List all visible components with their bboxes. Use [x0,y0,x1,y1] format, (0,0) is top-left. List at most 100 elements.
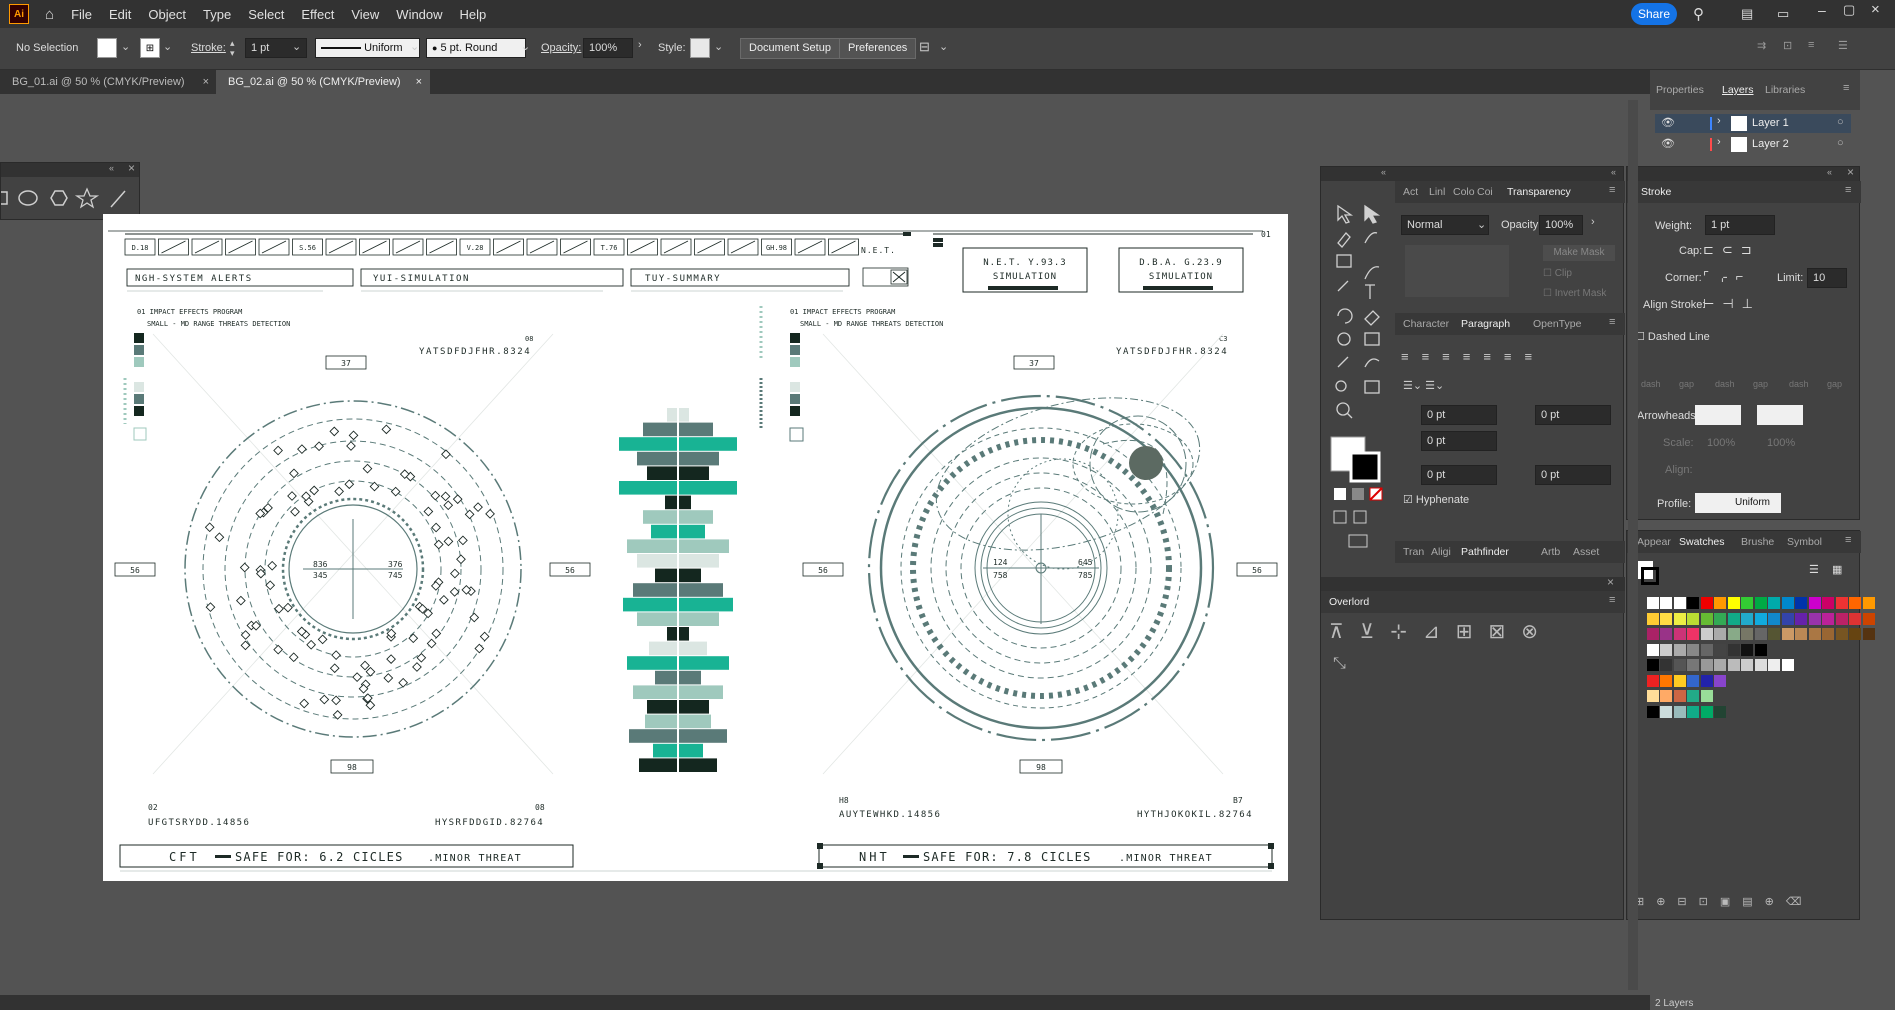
color-swatch[interactable] [1862,597,1875,609]
color-swatch[interactable] [1660,643,1672,656]
selection-tool-icon[interactable] [1337,204,1354,224]
swatch-footer-buttons[interactable]: ⊞⊕⊟⊡▣▤⊕⌫ [1635,895,1813,908]
stroke-label[interactable]: Stroke: [191,42,226,54]
panel-menu-icon[interactable]: ≡ [1843,82,1849,94]
stroke-swatch[interactable] [1641,567,1659,585]
color-swatch[interactable] [1795,628,1807,640]
color-swatch[interactable] [1727,612,1740,625]
color-swatch[interactable] [1727,597,1740,609]
dashed-line-checkbox[interactable]: ☐ Dashed Line [1635,330,1710,343]
fill-swatch[interactable] [97,38,117,58]
indent-right-input[interactable]: 0 pt [1535,405,1611,425]
minimize-icon[interactable]: – [1818,2,1826,18]
color-swatch[interactable] [1700,643,1713,656]
polygon-tool-icon[interactable] [50,190,68,206]
tab-color[interactable]: Colo [1453,186,1475,198]
rectangle-tool-icon[interactable] [1,191,8,205]
opacity-input[interactable]: 100% [1539,215,1583,235]
panel-menu-icon[interactable]: ≡ [1845,534,1851,546]
clip-checkbox[interactable]: ☐ Clip [1543,268,1572,279]
chevron-down-icon[interactable]: ⌄ [521,40,530,53]
color-swatch[interactable] [1714,643,1726,656]
profile-select[interactable]: Uniform [1695,493,1781,513]
color-swatch[interactable] [1768,612,1780,625]
align-stroke-buttons[interactable]: ⊢⊣⊥ [1703,296,1761,312]
limit-input[interactable]: 10 [1807,268,1847,288]
color-swatch[interactable] [1646,674,1659,687]
list-view-icon[interactable]: ☰ [1809,563,1819,576]
chevron-down-icon[interactable]: ⌄ [939,40,948,53]
stroke-swatch[interactable]: ⊞ [140,38,160,58]
panel-menu-icon[interactable]: ≡ [1609,594,1615,606]
screen-mode-icon[interactable] [1353,510,1367,524]
color-swatch[interactable] [1862,612,1875,625]
color-swatch[interactable] [1660,674,1672,687]
color-swatch[interactable] [1687,628,1699,640]
chevron-down-icon[interactable]: ⌄ [410,40,419,53]
close-icon[interactable]: × [416,70,422,94]
color-swatch[interactable] [1768,597,1780,609]
tab-symbols[interactable]: Symbol [1787,536,1822,548]
color-swatch[interactable] [1795,612,1807,625]
tab-pathfinder[interactable]: Pathfinder [1461,546,1509,558]
color-swatch[interactable] [1700,674,1713,687]
chevron-down-icon[interactable]: ⌄ [1477,218,1486,231]
variable-width-profile[interactable]: Uniform [315,38,420,58]
rectangle-tool-icon[interactable] [1336,254,1352,268]
share-button[interactable]: Share [1631,3,1677,25]
arrange-documents-icon[interactable]: ▤ [1741,6,1753,22]
chevron-right-icon[interactable]: › [1591,216,1595,228]
panel-menu-icon[interactable]: ≡ [1609,316,1615,328]
chevron-down-icon[interactable]: ⌄ [714,40,723,53]
color-swatch[interactable] [1835,597,1848,609]
color-swatch[interactable] [1714,597,1726,609]
color-swatch[interactable] [1687,643,1699,656]
cap-buttons[interactable]: ⊏⊂⊐ [1703,242,1760,258]
color-swatch[interactable] [1862,628,1875,640]
chevron-down-icon[interactable]: ⌄ [292,40,301,53]
chevron-down-icon[interactable]: ⌄ [163,40,172,53]
tab-links[interactable]: Linl [1429,186,1445,198]
tab-libraries[interactable]: Libraries [1765,84,1805,96]
collapse-icon[interactable]: « [109,163,114,173]
eye-icon[interactable]: 👁 [1661,137,1675,150]
layer-name[interactable]: Layer 1 [1752,117,1789,129]
space-after-input[interactable]: 0 pt [1535,465,1611,485]
color-swatch[interactable] [1714,628,1726,640]
maximize-icon[interactable]: ▢ [1843,2,1855,18]
layer-name[interactable]: Layer 2 [1752,138,1789,150]
color-swatch[interactable] [1687,690,1699,702]
panel-menu-icon[interactable]: ≡ [1845,184,1851,196]
color-swatch[interactable] [1822,628,1834,640]
tab-paragraph[interactable]: Paragraph [1461,318,1510,330]
arrowhead-end-select[interactable] [1757,405,1803,425]
transform-icon[interactable]: ⊡ [1783,39,1792,52]
color-swatch[interactable] [1741,597,1753,609]
color-swatch[interactable] [1822,597,1834,609]
line-tool-icon[interactable] [110,190,126,208]
color-swatch[interactable] [1673,659,1686,671]
color-swatch[interactable] [1660,690,1672,702]
color-swatch[interactable] [1835,628,1848,640]
menu-effect[interactable]: Effect [301,7,334,22]
tab-actions[interactable]: Act [1403,186,1418,198]
color-swatch[interactable] [1754,597,1767,609]
arrange-icon[interactable]: ⇉ [1757,39,1766,52]
color-swatch[interactable] [1741,612,1753,625]
first-line-input[interactable]: 0 pt [1421,431,1497,451]
blend-mode-select[interactable]: Normal [1401,215,1489,235]
make-mask-button[interactable]: Make Mask [1543,245,1615,261]
color-swatch[interactable] [1700,659,1713,671]
layer-row[interactable]: 👁 › Layer 1 ○ [1655,114,1851,133]
color-swatch[interactable] [1660,597,1672,609]
chevron-right-icon[interactable]: › [638,39,642,51]
opacity-input[interactable]: 100% [583,38,633,58]
gradient-tool-icon[interactable] [1364,332,1380,346]
ellipse-tool-icon[interactable] [18,190,38,206]
close-icon[interactable]: × [1847,165,1854,179]
brush-definition[interactable]: ● 5 pt. Round [426,38,526,58]
color-swatch[interactable] [1673,643,1686,656]
tab-asset-export[interactable]: Asset [1573,546,1599,558]
color-swatch[interactable] [1795,597,1807,609]
color-swatch[interactable] [1835,612,1848,625]
